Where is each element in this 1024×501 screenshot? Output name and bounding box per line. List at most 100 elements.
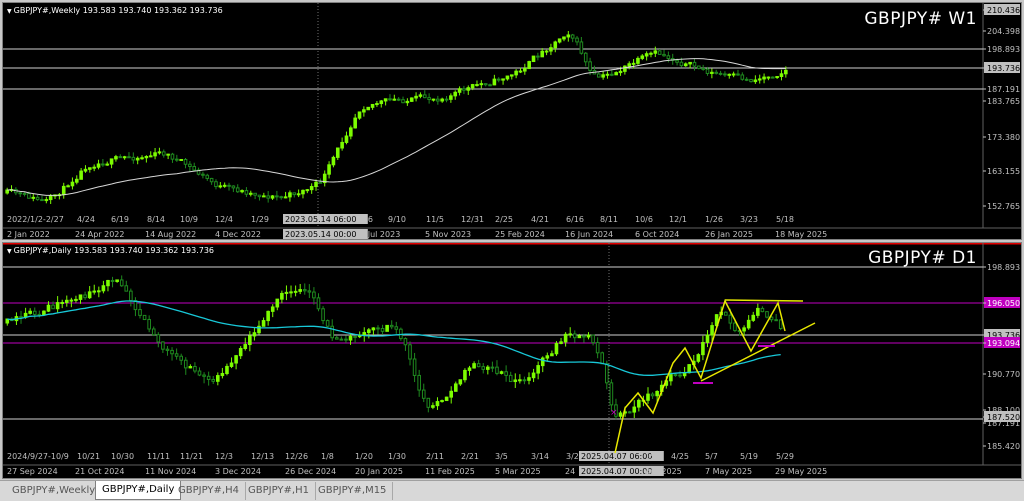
tab-m15[interactable]: GBPJPY#,M15 [312,482,394,500]
weekly-chart-pane[interactable]: 210.436 204.398 198.893 193.736 187.191 183.7… [2,2,1022,240]
collapse-triangle-icon[interactable]: ▼ [7,248,12,255]
candle-body [760,307,765,313]
tab-h1[interactable]: GBPJPY#,H1 [242,482,316,500]
candle-body [142,314,147,321]
candle-body [696,354,701,362]
candle-body [174,353,179,357]
candle-body [540,50,545,58]
time-axis-label: 1/8 [321,452,334,461]
candle-body [46,304,51,312]
candle-body [202,374,206,377]
price-axis-label: 193.094 [987,339,1020,348]
candle-body [109,158,114,165]
candle-body [218,185,223,188]
candle-body [288,192,292,198]
candle-body [83,168,88,172]
candle-body [349,127,353,137]
candle-body [275,195,279,198]
candle-body [325,320,330,327]
candle-body [179,355,183,361]
candle-body [394,326,399,330]
daily-chart-pane[interactable]: 198.893 196.050 193.736 193.094 190.770 188.1… [2,242,1022,479]
candle-body [222,184,227,187]
candle-body [631,62,636,65]
candle-body [22,192,27,195]
candle-body [601,74,605,78]
candle-body [727,73,732,76]
candle-body [206,375,211,380]
candle-body [756,307,760,316]
candle-body [301,189,305,195]
candle-body [127,156,131,159]
candle-body [692,61,697,67]
weekly-chart-canvas[interactable]: 210.436 204.398 198.893 193.736 187.191 183.7… [3,3,1022,240]
candle-body [78,294,83,300]
tab-h4[interactable]: GBPJPY#,H4 [172,482,246,500]
candle-body [605,363,609,384]
weekly-ohlc-label: ▼ GBPJPY#,Weekly 193.583 193.740 193.362 … [7,6,223,15]
candle-body [101,285,106,292]
candle-body [673,374,678,377]
candle-body [744,78,749,81]
candle-body [566,34,571,38]
candle-body [238,347,243,357]
candle-body [379,100,384,105]
candle-body [655,390,659,397]
time-axis-label: 25 Feb 2024 [495,230,545,239]
candle-body [48,195,53,201]
candle-body [119,279,124,287]
candle-body [531,372,536,379]
time-axis-label: 12/1 [669,215,687,224]
candle-body [549,47,553,52]
time-axis-label: 5/19 [740,452,758,461]
candle-body [666,55,671,60]
candle-body [327,164,331,175]
time-axis-label: 2025.04.07 06:00 [581,452,652,461]
candle-body [472,363,476,369]
candle-body [766,76,771,79]
time-axis-label: 12/31 [461,215,484,224]
time-axis-label: 3/5 [495,452,508,461]
time-axis-label: 11/11 [147,452,170,461]
candle-body [380,327,385,332]
price-axis-label: 198.893 [987,45,1020,54]
candle-body [710,71,714,74]
candle-body [220,372,225,377]
candle-body [701,341,705,356]
candle-body [357,111,362,119]
candle-body [536,55,540,58]
candle-body [488,84,492,87]
tab-weekly[interactable]: GBPJPY#,Weekly [6,482,103,500]
candle-body [636,57,640,64]
candle-body [284,291,289,294]
candle-body [553,41,558,49]
candle-body [344,135,349,143]
candle-body [370,103,375,108]
candle-body [302,289,307,292]
tab-daily[interactable]: GBPJPY#,Daily [95,481,182,500]
candle-body [166,153,170,156]
candle-body [138,309,142,316]
candle-body [362,332,367,336]
candle-body [27,192,31,199]
candle-body [509,74,514,77]
candle-body [462,88,466,91]
candle-body [389,324,394,328]
candle-body [261,320,266,327]
candle-body [751,314,756,321]
candle-body [701,67,705,70]
candle-body [679,61,684,67]
candle-body [605,73,610,76]
time-axis-label: 3 Dec 2024 [215,467,261,476]
candle-body [61,185,66,196]
candle-body [540,357,545,367]
candle-body [723,311,728,316]
candle-body [292,192,297,196]
time-axis-label: 2023.05.14 06:00 [285,215,356,224]
candle-body [614,72,618,76]
daily-chart-canvas[interactable]: 198.893196.050193.736193.094190.770188.1… [3,243,1022,479]
collapse-triangle-icon[interactable]: ▼ [7,8,12,15]
candle-body [243,344,248,349]
candle-body [570,34,575,39]
candle-body [426,397,431,408]
